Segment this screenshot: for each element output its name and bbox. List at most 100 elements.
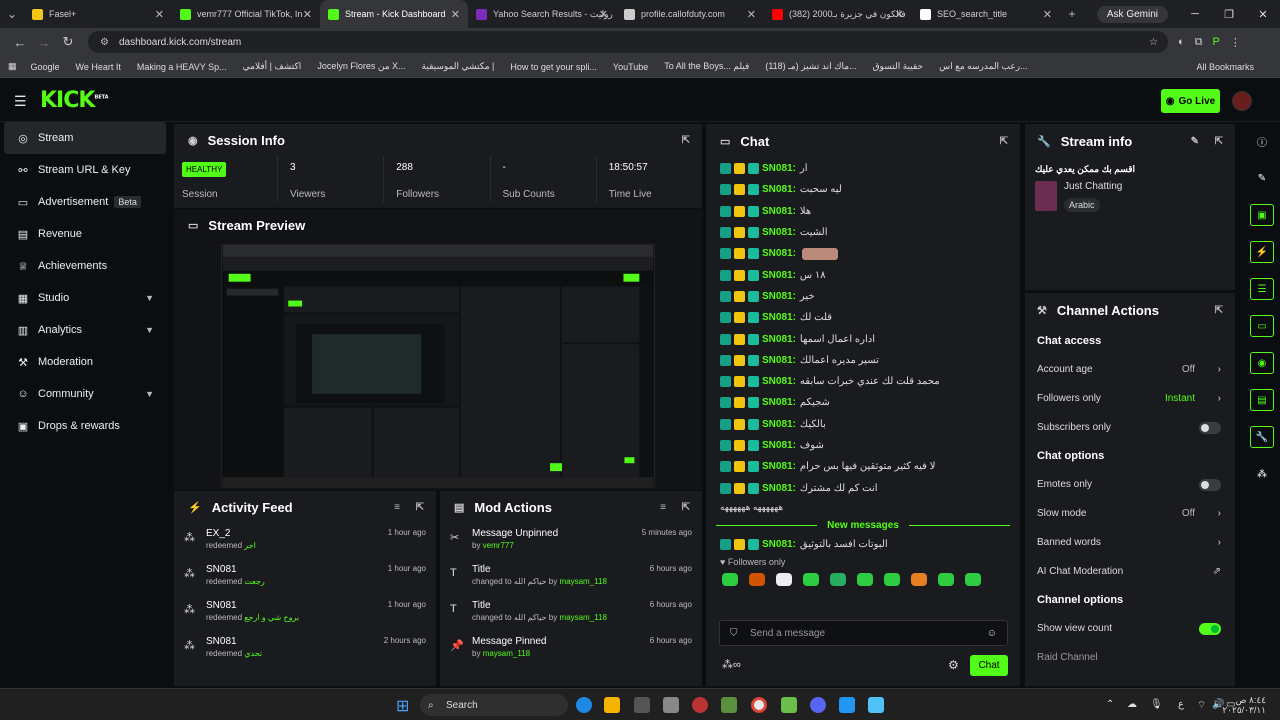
filter-icon[interactable]: ≡ xyxy=(394,502,400,513)
sidebar-item-moderation[interactable]: ⚒ Moderation xyxy=(0,346,170,378)
emote-icon[interactable] xyxy=(749,573,765,587)
chat-username[interactable]: SN081: xyxy=(762,397,796,408)
app-icon[interactable] xyxy=(663,697,679,713)
chat-username[interactable]: SN081: xyxy=(762,483,796,494)
url-field[interactable]: ⚙ dashboard.kick.com/stream ☆ xyxy=(88,31,1168,53)
edit-pencil-icon[interactable]: ✎ xyxy=(1250,167,1274,189)
back-icon[interactable]: ← xyxy=(8,35,32,50)
show-view-count-toggle[interactable] xyxy=(1199,622,1221,635)
taskbar-search[interactable]: ⌕ Search xyxy=(420,694,568,716)
send-chat-button[interactable]: Chat xyxy=(970,655,1008,676)
bookmark-item[interactable]: Google xyxy=(31,62,60,72)
go-live-button[interactable]: ◉ Go Live xyxy=(1161,89,1220,113)
share-icon[interactable]: ⁂ xyxy=(1250,463,1274,485)
broadcast-icon[interactable]: ◉ xyxy=(1250,352,1274,374)
chat-username[interactable]: SN081: xyxy=(762,270,796,281)
popout-icon[interactable]: ⇱ xyxy=(682,135,690,146)
ai-moderation-setting[interactable]: AI Chat Moderation ⇗ xyxy=(1025,557,1235,586)
sidebar-item-studio[interactable]: ▦ Studio ▼ xyxy=(0,282,170,314)
popout-icon[interactable]: ⇱ xyxy=(416,502,424,513)
chat-input[interactable]: ⛉ Send a message ☺ xyxy=(719,620,1008,646)
tab-callofduty[interactable]: profile.callofduty.com ✕ xyxy=(616,0,764,28)
sidebar-item-advertisement[interactable]: ▭ Advertisement Beta xyxy=(0,186,170,218)
tab-youtube[interactable]: (382) فالكون في جزيرة بـ2000 ✕ xyxy=(764,0,912,28)
chat-username[interactable]: SN081: xyxy=(762,334,796,345)
app-icon[interactable] xyxy=(692,697,708,713)
close-icon[interactable]: ✕ xyxy=(1043,8,1052,21)
sidebar-item-analytics[interactable]: ▥ Analytics ▼ xyxy=(0,314,170,346)
language-indicator[interactable]: ع xyxy=(1178,699,1184,710)
app-icon[interactable] xyxy=(721,697,737,713)
extensions-puzzle-icon[interactable]: ⧉ xyxy=(1195,36,1203,49)
window-close-icon[interactable]: ✕ xyxy=(1246,8,1280,21)
bookmark-item[interactable]: YouTube xyxy=(613,62,648,72)
popout-icon[interactable]: ⇱ xyxy=(1000,136,1008,147)
emote-icon[interactable] xyxy=(776,573,792,587)
discord-icon[interactable] xyxy=(810,697,826,713)
popout-icon[interactable]: ⇱ xyxy=(682,502,690,513)
bookmark-item[interactable]: How to get your spli... xyxy=(510,62,597,72)
close-icon[interactable]: ✕ xyxy=(303,8,312,21)
close-icon[interactable]: ✕ xyxy=(599,8,608,21)
chat-icon[interactable]: ▭ xyxy=(1250,315,1274,337)
maximize-icon[interactable]: ❐ xyxy=(1212,8,1246,21)
emote-icon[interactable] xyxy=(884,573,900,587)
emote-icon[interactable] xyxy=(722,573,738,587)
bookmark-item[interactable]: Jocelyn Flores من X... xyxy=(317,61,405,72)
tray-expand-icon[interactable]: ⌃ xyxy=(1106,699,1114,710)
bookmark-item[interactable]: رعب المدرسه مع اس... xyxy=(939,61,1028,72)
emotes-only-toggle[interactable] xyxy=(1199,478,1221,491)
kick-logo[interactable]: KICKBETA xyxy=(40,88,109,113)
chat-username[interactable]: SN081: xyxy=(762,163,796,174)
shield-icon[interactable]: ⛉ xyxy=(730,628,738,639)
popout-icon[interactable]: ⇱ xyxy=(1215,305,1223,316)
tab-search-icon[interactable]: ⌄ xyxy=(0,7,24,21)
close-icon[interactable]: ✕ xyxy=(451,8,460,21)
chat-username[interactable]: SN081: xyxy=(762,461,796,472)
bookmark-item[interactable]: Making a HEAVY Sp... xyxy=(137,62,227,72)
emote-icon[interactable] xyxy=(938,573,954,587)
edit-pencil-icon[interactable]: ✎ xyxy=(1191,136,1199,147)
stream-preview-video[interactable] xyxy=(221,244,655,488)
info-icon[interactable]: ⓘ xyxy=(1250,130,1274,152)
chat-username[interactable]: SN081: xyxy=(762,355,796,366)
chat-username[interactable]: SN081: xyxy=(762,312,796,323)
bookmark-item[interactable]: اكتشف | أفلامي xyxy=(243,61,302,72)
preview-icon[interactable]: ▣ xyxy=(1250,204,1274,226)
chat-username[interactable]: SN081: xyxy=(762,291,796,302)
sidebar-item-stream[interactable]: ◎ Stream xyxy=(4,122,166,154)
bookmark-item[interactable]: We Heart It xyxy=(76,62,121,72)
clock[interactable]: ٨:٤٤ ص ٢٠٢٥/٠٣/١١ xyxy=(1222,695,1266,715)
bolt-icon[interactable]: ⚡ xyxy=(1250,241,1274,263)
wifi-icon[interactable]: ⌔ xyxy=(1197,699,1206,712)
sidebar-item-achievements[interactable]: ♕ Achievements xyxy=(0,250,170,282)
app-icon[interactable] xyxy=(868,697,884,713)
profile-icon[interactable]: P xyxy=(1213,36,1220,48)
followers-only-setting[interactable]: Followers only Instant › xyxy=(1025,384,1235,413)
raid-channel-setting[interactable]: Raid Channel xyxy=(1025,643,1235,672)
storage-icon[interactable]: ▤ xyxy=(1250,389,1274,411)
chat-settings-gear-icon[interactable]: ⚙ xyxy=(948,658,959,672)
bookmark-item[interactable]: مكتشي الموسيقية | xyxy=(422,61,495,72)
chat-username[interactable]: SN081: xyxy=(762,419,796,430)
bookmark-star-icon[interactable]: ☆ xyxy=(1149,37,1158,48)
tab-yahoo[interactable]: Yahoo Search Results - روليت ✕ xyxy=(468,0,616,28)
slow-mode-setting[interactable]: Slow mode Off › xyxy=(1025,499,1235,528)
list-icon[interactable]: ☰ xyxy=(1250,278,1274,300)
tray-app-icon[interactable]: ☁ xyxy=(1127,699,1137,710)
tab-fasel[interactable]: Fasel+ ✕ xyxy=(24,0,172,28)
tab-kick-dashboard[interactable]: Stream - Kick Dashboard ✕ xyxy=(320,0,468,28)
chat-username[interactable]: SN081: xyxy=(762,227,796,238)
bookmark-item[interactable]: (118) ماك اند تشيز (مـ... xyxy=(765,61,856,72)
points-icon[interactable]: ⁂∞ xyxy=(722,658,741,671)
chat-username[interactable]: SN081: xyxy=(762,206,796,217)
emote-icon[interactable] xyxy=(803,573,819,587)
file-explorer-icon[interactable] xyxy=(604,697,620,713)
category-name[interactable]: Just Chatting xyxy=(1064,181,1122,192)
ask-gemini-button[interactable]: Ask Gemini xyxy=(1096,5,1168,23)
banned-words-setting[interactable]: Banned words › xyxy=(1025,528,1235,557)
popout-icon[interactable]: ⇱ xyxy=(1215,136,1223,147)
extension-icon[interactable]: ◐ xyxy=(1178,36,1185,48)
bookmark-item[interactable]: To All the Boys... فيلم xyxy=(664,61,749,72)
close-icon[interactable]: ✕ xyxy=(747,8,756,21)
